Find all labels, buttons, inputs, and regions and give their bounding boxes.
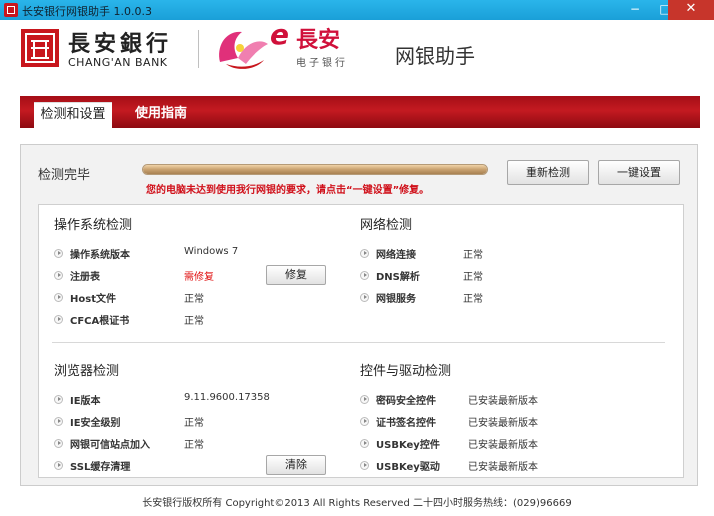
footer-copyright: 长安银行版权所有 Copyright©2013 All Rights Reser… — [142, 498, 572, 509]
row-label: 网银服务 — [376, 294, 416, 305]
list-item: USBKey驱动 已安装最新版本 — [360, 458, 580, 474]
bullet-icon — [54, 417, 63, 426]
row-label: 操作系统版本 — [70, 250, 130, 261]
bullet-icon — [360, 461, 369, 470]
bullet-icon — [54, 249, 63, 258]
clear-button[interactable]: 清除 — [266, 455, 326, 475]
bullet-icon — [54, 439, 63, 448]
row-value: 已安装最新版本 — [468, 418, 538, 429]
bullet-icon — [54, 395, 63, 404]
one-click-setup-button[interactable]: 一键设置 — [598, 160, 680, 185]
tab-check-and-settings[interactable]: 检测和设置 — [34, 102, 112, 129]
row-value: Windows 7 — [184, 246, 239, 257]
ebank-name: 長安 — [296, 27, 341, 53]
row-value: 正常 — [463, 272, 483, 283]
row-label: 注册表 — [70, 272, 100, 283]
bank-name: 長安銀行 — [68, 31, 173, 57]
list-item: Host文件 正常 — [54, 290, 274, 306]
ebank-flower-icon — [219, 31, 268, 69]
ebank-subtitle: 电子银行 — [296, 58, 348, 69]
list-item: 证书签名控件 已安装最新版本 — [360, 414, 580, 430]
status-warning: 您的电脑未达到使用我行网银的要求，请点击“一键设置”修复。 — [146, 185, 430, 196]
section-title-browser: 浏览器检测 — [54, 364, 120, 379]
tab-user-guide[interactable]: 使用指南 — [126, 102, 196, 128]
bullet-icon — [54, 293, 63, 302]
ebank-e-mark: e — [270, 18, 289, 51]
bullet-icon — [360, 417, 369, 426]
row-value: 正常 — [184, 294, 204, 305]
window-title: 长安银行网银助手 1.0.0.3 — [22, 5, 152, 18]
row-label: IE安全级别 — [70, 418, 121, 429]
repair-button[interactable]: 修复 — [266, 265, 326, 285]
row-label: USBKey控件 — [376, 440, 440, 451]
progress-bar — [142, 164, 488, 175]
row-label: CFCA根证书 — [70, 316, 130, 327]
bullet-icon — [360, 395, 369, 404]
row-label: USBKey驱动 — [376, 462, 440, 473]
list-item: SSL缓存清理 — [54, 458, 254, 474]
title-bar: 长安银行网银助手 1.0.0.3 − □ ✕ — [0, 0, 714, 20]
row-value: 已安装最新版本 — [468, 440, 538, 451]
bank-name-en: CHANG'AN BANK — [68, 56, 168, 69]
row-label: 证书签名控件 — [376, 418, 436, 429]
list-item: DNS解析 正常 — [360, 268, 560, 284]
bullet-icon — [54, 271, 63, 280]
row-label: SSL缓存清理 — [70, 462, 131, 473]
list-item: 操作系统版本 Windows 7 — [54, 246, 274, 262]
row-value: 已安装最新版本 — [468, 462, 538, 473]
status-label: 检测完毕 — [38, 168, 91, 183]
row-value: 已安装最新版本 — [468, 396, 538, 407]
bullet-icon — [54, 461, 63, 470]
recheck-button[interactable]: 重新检测 — [507, 160, 589, 185]
row-value-warning: 需修复 — [184, 272, 214, 283]
row-value: 9.11.9600.17358 — [184, 392, 270, 403]
bank-logo-icon — [21, 29, 59, 67]
row-label: 网银可信站点加入 — [70, 440, 150, 451]
section-title-network: 网络检测 — [360, 218, 413, 233]
tab-bar: 检测和设置 使用指南 — [20, 96, 700, 129]
header-divider — [198, 30, 199, 68]
list-item: 网银服务 正常 — [360, 290, 560, 306]
bullet-icon — [360, 439, 369, 448]
row-label: DNS解析 — [376, 272, 420, 283]
list-item: IE安全级别 正常 — [54, 414, 294, 430]
list-item: IE版本 9.11.9600.17358 — [54, 392, 294, 408]
row-value: 正常 — [463, 294, 483, 305]
app-icon — [4, 3, 18, 17]
list-item: CFCA根证书 正常 — [54, 312, 274, 328]
row-label: Host文件 — [70, 294, 116, 305]
row-value: 正常 — [463, 250, 483, 261]
row-label: 网络连接 — [376, 250, 416, 261]
bullet-icon — [54, 315, 63, 324]
list-item: 网络连接 正常 — [360, 246, 560, 262]
bullet-icon — [360, 271, 369, 280]
row-label: 密码安全控件 — [376, 396, 436, 407]
list-item: 网银可信站点加入 正常 — [54, 436, 294, 452]
row-label: IE版本 — [70, 396, 101, 407]
list-item: 注册表 需修复 — [54, 268, 274, 284]
row-value: 正常 — [184, 418, 204, 429]
section-title-os: 操作系统检测 — [54, 218, 133, 233]
section-title-controls: 控件与驱动检测 — [360, 364, 452, 379]
bullet-icon — [360, 293, 369, 302]
row-value: 正常 — [184, 440, 204, 451]
minimize-button[interactable]: − — [620, 0, 650, 20]
bullet-icon — [360, 249, 369, 258]
close-button[interactable]: ✕ — [668, 0, 714, 20]
progress-fill — [143, 165, 487, 174]
list-item: 密码安全控件 已安装最新版本 — [360, 392, 580, 408]
row-value: 正常 — [184, 316, 204, 327]
section-divider — [52, 342, 665, 343]
list-item: USBKey控件 已安装最新版本 — [360, 436, 580, 452]
app-name: 网银助手 — [395, 44, 475, 68]
